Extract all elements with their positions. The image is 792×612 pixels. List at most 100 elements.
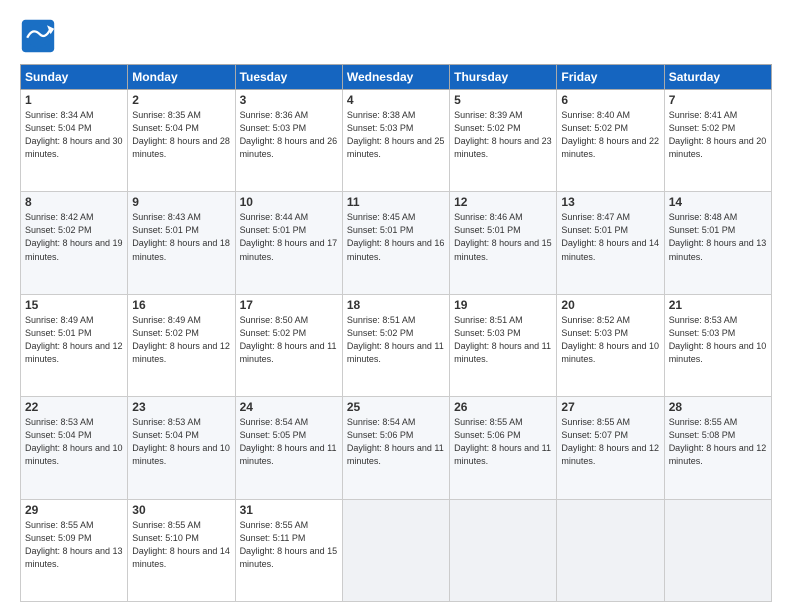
day-number: 9 <box>132 195 230 209</box>
day-number: 8 <box>25 195 123 209</box>
table-row: 30 Sunrise: 8:55 AMSunset: 5:10 PMDayligh… <box>128 499 235 601</box>
day-info: Sunrise: 8:55 AMSunset: 5:10 PMDaylight:… <box>132 519 230 571</box>
day-info: Sunrise: 8:41 AMSunset: 5:02 PMDaylight:… <box>669 109 767 161</box>
day-info: Sunrise: 8:50 AMSunset: 5:02 PMDaylight:… <box>240 314 338 366</box>
table-row: 26 Sunrise: 8:55 AMSunset: 5:06 PMDayligh… <box>450 397 557 499</box>
day-number: 20 <box>561 298 659 312</box>
day-info: Sunrise: 8:43 AMSunset: 5:01 PMDaylight:… <box>132 211 230 263</box>
header-tuesday: Tuesday <box>235 65 342 90</box>
table-row <box>664 499 771 601</box>
table-row: 1 Sunrise: 8:34 AMSunset: 5:04 PMDaylight… <box>21 90 128 192</box>
day-info: Sunrise: 8:45 AMSunset: 5:01 PMDaylight:… <box>347 211 445 263</box>
day-info: Sunrise: 8:49 AMSunset: 5:02 PMDaylight:… <box>132 314 230 366</box>
table-row <box>450 499 557 601</box>
day-number: 6 <box>561 93 659 107</box>
day-info: Sunrise: 8:54 AMSunset: 5:05 PMDaylight:… <box>240 416 338 468</box>
day-number: 28 <box>669 400 767 414</box>
logo <box>20 18 60 54</box>
table-row: 8 Sunrise: 8:42 AMSunset: 5:02 PMDaylight… <box>21 192 128 294</box>
day-number: 14 <box>669 195 767 209</box>
day-number: 24 <box>240 400 338 414</box>
day-info: Sunrise: 8:52 AMSunset: 5:03 PMDaylight:… <box>561 314 659 366</box>
table-row: 17 Sunrise: 8:50 AMSunset: 5:02 PMDayligh… <box>235 294 342 396</box>
day-info: Sunrise: 8:42 AMSunset: 5:02 PMDaylight:… <box>25 211 123 263</box>
day-number: 7 <box>669 93 767 107</box>
table-row: 28 Sunrise: 8:55 AMSunset: 5:08 PMDayligh… <box>664 397 771 499</box>
table-row: 10Sunrise: 8:44 AMSunset: 5:01 PMDayligh… <box>235 192 342 294</box>
day-info: Sunrise: 8:55 AMSunset: 5:08 PMDaylight:… <box>669 416 767 468</box>
table-row: 21 Sunrise: 8:53 AMSunset: 5:03 PMDayligh… <box>664 294 771 396</box>
logo-icon <box>20 18 56 54</box>
day-info: Sunrise: 8:53 AMSunset: 5:04 PMDaylight:… <box>25 416 123 468</box>
header <box>20 18 772 54</box>
day-info: Sunrise: 8:46 AMSunset: 5:01 PMDaylight:… <box>454 211 552 263</box>
day-number: 11 <box>347 195 445 209</box>
day-number: 30 <box>132 503 230 517</box>
calendar-table: Sunday Monday Tuesday Wednesday Thursday… <box>20 64 772 602</box>
day-info: Sunrise: 8:51 AMSunset: 5:02 PMDaylight:… <box>347 314 445 366</box>
header-wednesday: Wednesday <box>342 65 449 90</box>
table-row: 20 Sunrise: 8:52 AMSunset: 5:03 PMDayligh… <box>557 294 664 396</box>
day-info: Sunrise: 8:38 AMSunset: 5:03 PMDaylight:… <box>347 109 445 161</box>
day-info: Sunrise: 8:55 AMSunset: 5:09 PMDaylight:… <box>25 519 123 571</box>
calendar-week-row: 29 Sunrise: 8:55 AMSunset: 5:09 PMDayligh… <box>21 499 772 601</box>
table-row: 13Sunrise: 8:47 AMSunset: 5:01 PMDayligh… <box>557 192 664 294</box>
day-number: 1 <box>25 93 123 107</box>
day-info: Sunrise: 8:40 AMSunset: 5:02 PMDaylight:… <box>561 109 659 161</box>
day-number: 22 <box>25 400 123 414</box>
table-row: 14 Sunrise: 8:48 AMSunset: 5:01 PMDayligh… <box>664 192 771 294</box>
calendar-week-row: 15Sunrise: 8:49 AMSunset: 5:01 PMDayligh… <box>21 294 772 396</box>
table-row: 15Sunrise: 8:49 AMSunset: 5:01 PMDayligh… <box>21 294 128 396</box>
table-row: 5 Sunrise: 8:39 AMSunset: 5:02 PMDaylight… <box>450 90 557 192</box>
table-row: 7 Sunrise: 8:41 AMSunset: 5:02 PMDaylight… <box>664 90 771 192</box>
day-info: Sunrise: 8:55 AMSunset: 5:11 PMDaylight:… <box>240 519 338 571</box>
calendar-week-row: 22 Sunrise: 8:53 AMSunset: 5:04 PMDayligh… <box>21 397 772 499</box>
day-number: 5 <box>454 93 552 107</box>
table-row: 19 Sunrise: 8:51 AMSunset: 5:03 PMDayligh… <box>450 294 557 396</box>
table-row: 3 Sunrise: 8:36 AMSunset: 5:03 PMDaylight… <box>235 90 342 192</box>
day-info: Sunrise: 8:39 AMSunset: 5:02 PMDaylight:… <box>454 109 552 161</box>
day-info: Sunrise: 8:53 AMSunset: 5:03 PMDaylight:… <box>669 314 767 366</box>
day-number: 19 <box>454 298 552 312</box>
calendar-week-row: 1 Sunrise: 8:34 AMSunset: 5:04 PMDaylight… <box>21 90 772 192</box>
table-row: 23Sunrise: 8:53 AMSunset: 5:04 PMDayligh… <box>128 397 235 499</box>
day-info: Sunrise: 8:36 AMSunset: 5:03 PMDaylight:… <box>240 109 338 161</box>
header-friday: Friday <box>557 65 664 90</box>
day-info: Sunrise: 8:51 AMSunset: 5:03 PMDaylight:… <box>454 314 552 366</box>
day-number: 13 <box>561 195 659 209</box>
day-number: 29 <box>25 503 123 517</box>
day-number: 12 <box>454 195 552 209</box>
table-row: 29 Sunrise: 8:55 AMSunset: 5:09 PMDayligh… <box>21 499 128 601</box>
day-info: Sunrise: 8:54 AMSunset: 5:06 PMDaylight:… <box>347 416 445 468</box>
table-row: 18 Sunrise: 8:51 AMSunset: 5:02 PMDayligh… <box>342 294 449 396</box>
day-info: Sunrise: 8:35 AMSunset: 5:04 PMDaylight:… <box>132 109 230 161</box>
table-row: 9 Sunrise: 8:43 AMSunset: 5:01 PMDaylight… <box>128 192 235 294</box>
day-info: Sunrise: 8:48 AMSunset: 5:01 PMDaylight:… <box>669 211 767 263</box>
table-row: 31 Sunrise: 8:55 AMSunset: 5:11 PMDayligh… <box>235 499 342 601</box>
table-row: 11 Sunrise: 8:45 AMSunset: 5:01 PMDayligh… <box>342 192 449 294</box>
header-sunday: Sunday <box>21 65 128 90</box>
table-row: 6 Sunrise: 8:40 AMSunset: 5:02 PMDaylight… <box>557 90 664 192</box>
day-number: 21 <box>669 298 767 312</box>
table-row: 4 Sunrise: 8:38 AMSunset: 5:03 PMDaylight… <box>342 90 449 192</box>
table-row: 12 Sunrise: 8:46 AMSunset: 5:01 PMDayligh… <box>450 192 557 294</box>
day-number: 17 <box>240 298 338 312</box>
day-number: 4 <box>347 93 445 107</box>
day-info: Sunrise: 8:53 AMSunset: 5:04 PMDaylight:… <box>132 416 230 468</box>
day-number: 10 <box>240 195 338 209</box>
calendar-week-row: 8 Sunrise: 8:42 AMSunset: 5:02 PMDaylight… <box>21 192 772 294</box>
day-info: Sunrise: 8:34 AMSunset: 5:04 PMDaylight:… <box>25 109 123 161</box>
table-row: 22 Sunrise: 8:53 AMSunset: 5:04 PMDayligh… <box>21 397 128 499</box>
day-number: 27 <box>561 400 659 414</box>
header-saturday: Saturday <box>664 65 771 90</box>
day-info: Sunrise: 8:55 AMSunset: 5:06 PMDaylight:… <box>454 416 552 468</box>
day-number: 3 <box>240 93 338 107</box>
table-row: 16Sunrise: 8:49 AMSunset: 5:02 PMDayligh… <box>128 294 235 396</box>
table-row <box>342 499 449 601</box>
day-number: 31 <box>240 503 338 517</box>
table-row: 27Sunrise: 8:55 AMSunset: 5:07 PMDayligh… <box>557 397 664 499</box>
table-row <box>557 499 664 601</box>
day-number: 26 <box>454 400 552 414</box>
day-number: 18 <box>347 298 445 312</box>
table-row: 24 Sunrise: 8:54 AMSunset: 5:05 PMDayligh… <box>235 397 342 499</box>
